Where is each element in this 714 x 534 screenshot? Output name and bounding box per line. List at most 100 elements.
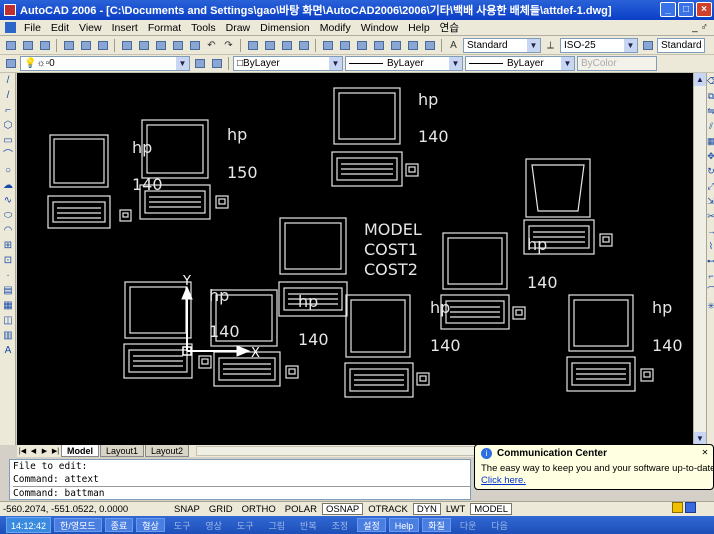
polar-toggle[interactable]: POLAR <box>281 503 321 515</box>
polyline-icon[interactable]: ⌐ <box>1 104 15 118</box>
osnap-toggle[interactable]: OSNAP <box>321 503 364 515</box>
plot-icon[interactable] <box>61 38 76 52</box>
otrack-toggle[interactable]: OTRACK <box>364 503 412 515</box>
table-icon[interactable]: ▥ <box>1 329 15 343</box>
paste-icon[interactable] <box>153 38 168 52</box>
menu-tools[interactable]: Tools <box>186 22 221 34</box>
text-style-icon[interactable]: A <box>446 38 461 52</box>
dim-style-icon[interactable]: ⟂ <box>543 38 558 52</box>
linetype-select[interactable]: ByLayer ▼ <box>345 56 463 71</box>
rotate-icon[interactable]: ↻ <box>707 164 714 178</box>
snap-toggle[interactable]: SNAP <box>170 503 204 515</box>
undo-icon[interactable]: ↶ <box>204 38 219 52</box>
block-editor-icon[interactable] <box>187 38 202 52</box>
lock-icon[interactable] <box>685 502 696 513</box>
text-style-select[interactable]: Standard ▼ <box>463 37 541 53</box>
taskbar-item[interactable]: 도구 <box>231 518 260 532</box>
last-tab-icon[interactable]: ▶| <box>50 446 61 457</box>
command-prompt[interactable]: Command: battman <box>13 487 470 500</box>
communication-center-icon[interactable] <box>672 502 683 513</box>
taskbar-item[interactable]: 다운 <box>454 518 483 532</box>
ortho-toggle[interactable]: ORTHO <box>238 503 280 515</box>
menu-view[interactable]: View <box>74 22 107 34</box>
taskbar-item[interactable]: 화질 <box>422 518 451 532</box>
pan-icon[interactable] <box>245 38 260 52</box>
menu-format[interactable]: Format <box>143 22 186 34</box>
color-select[interactable]: □ ByLayer ▼ <box>233 56 343 71</box>
ellipse-arc-icon[interactable]: ◠ <box>1 224 15 238</box>
sheet-set-icon[interactable] <box>371 38 386 52</box>
tab-model[interactable]: Model <box>61 445 99 457</box>
match-properties-icon[interactable] <box>170 38 185 52</box>
taskbar-item[interactable]: 도구 <box>168 518 197 532</box>
taskbar-item[interactable]: 그림 <box>262 518 291 532</box>
gradient-icon[interactable]: ▦ <box>1 299 15 313</box>
taskbar-item[interactable]: 설정 <box>357 518 386 532</box>
scroll-up-icon[interactable]: ▲ <box>694 73 706 86</box>
join-icon[interactable]: ⊷ <box>707 254 714 268</box>
plot-preview-icon[interactable] <box>78 38 93 52</box>
break-icon[interactable]: ⌇ <box>707 239 714 253</box>
menu-draw[interactable]: Draw <box>221 22 256 34</box>
autocad-app-icon[interactable] <box>4 4 16 16</box>
chevron-down-icon[interactable]: ▼ <box>624 38 637 52</box>
quickcalc-icon[interactable] <box>405 38 420 52</box>
polygon-icon[interactable]: ⬡ <box>1 119 15 133</box>
line-icon[interactable]: / <box>1 74 15 88</box>
save-icon[interactable] <box>37 38 52 52</box>
open-icon[interactable] <box>20 38 35 52</box>
taskbar-item[interactable]: 형상 <box>136 518 165 532</box>
hatch-icon[interactable]: ▤ <box>1 284 15 298</box>
copy-icon[interactable] <box>136 38 151 52</box>
publish-icon[interactable] <box>95 38 110 52</box>
explode-icon[interactable]: ✳ <box>707 299 714 313</box>
circle-icon[interactable]: ○ <box>1 164 15 178</box>
rectangle-icon[interactable]: ▭ <box>1 134 15 148</box>
zoom-previous-icon[interactable] <box>296 38 311 52</box>
insert-block-icon[interactable]: ⊞ <box>1 239 15 253</box>
click-here-link[interactable]: Click here. <box>481 475 707 486</box>
taskbar-item[interactable]: 영상 <box>199 518 228 532</box>
chevron-down-icon[interactable]: ▼ <box>561 57 574 70</box>
zoom-realtime-icon[interactable] <box>262 38 277 52</box>
markup-icon[interactable] <box>388 38 403 52</box>
extend-icon[interactable]: → <box>707 224 714 238</box>
document-icon[interactable] <box>5 22 16 33</box>
model-space-drawing[interactable]: hp 140 hp 150 hp 140 MODEL COST1 COST2 h… <box>17 73 693 445</box>
spline-icon[interactable]: ∿ <box>1 194 15 208</box>
menu-practice[interactable]: 연습 <box>435 20 464 35</box>
help-icon[interactable] <box>422 38 437 52</box>
construction-line-icon[interactable]: / <box>1 89 15 103</box>
layer-select[interactable]: 💡☼▫ 0 ▼ <box>20 56 190 71</box>
chevron-down-icon[interactable]: ▼ <box>449 57 462 70</box>
stretch-icon[interactable]: ⇲ <box>707 194 714 208</box>
menu-modify[interactable]: Modify <box>315 22 356 34</box>
grid-toggle[interactable]: GRID <box>205 503 237 515</box>
trim-icon[interactable]: ✂ <box>707 209 714 223</box>
ellipse-icon[interactable]: ⬭ <box>1 209 15 223</box>
taskbar-item[interactable]: 종료 <box>104 518 134 532</box>
close-button[interactable]: × <box>696 2 712 17</box>
next-tab-icon[interactable]: ▶ <box>39 446 50 457</box>
menu-insert[interactable]: Insert <box>107 22 143 34</box>
document-window-controls[interactable]: _ ♂ <box>692 22 714 33</box>
prev-tab-icon[interactable]: ◀ <box>28 446 39 457</box>
mtext-icon[interactable]: A <box>1 344 15 358</box>
dim-style-select[interactable]: ISO-25 ▼ <box>560 37 638 53</box>
command-window[interactable]: File to edit: Command: attext Command: b… <box>9 459 471 500</box>
menu-dimension[interactable]: Dimension <box>255 22 315 34</box>
point-icon[interactable]: · <box>1 269 15 283</box>
lineweight-select[interactable]: ByLayer ▼ <box>465 56 575 71</box>
fillet-icon[interactable]: ⌒ <box>707 284 714 298</box>
redo-icon[interactable]: ↷ <box>221 38 236 52</box>
chevron-down-icon[interactable]: ▼ <box>176 57 189 70</box>
copy-object-icon[interactable]: ⧉ <box>707 89 714 103</box>
lwt-toggle[interactable]: LWT <box>442 503 469 515</box>
model-toggle[interactable]: MODEL <box>470 503 513 515</box>
communication-center-balloon[interactable]: i Communication Center ✕ The easy way to … <box>474 444 714 490</box>
chevron-down-icon[interactable]: ▼ <box>527 38 540 52</box>
menu-file[interactable]: File <box>19 22 46 34</box>
erase-icon[interactable]: ⌫ <box>707 74 714 88</box>
move-icon[interactable]: ✥ <box>707 149 714 163</box>
close-icon[interactable]: ✕ <box>700 448 710 458</box>
